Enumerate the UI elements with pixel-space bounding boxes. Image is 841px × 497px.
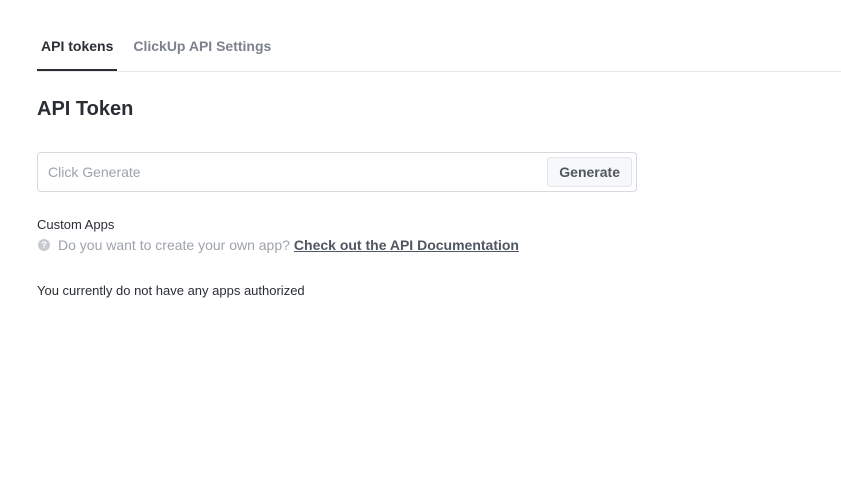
custom-apps-help-text: Do you want to create your own app? [58, 237, 290, 253]
custom-apps-label: Custom Apps [37, 217, 115, 232]
api-token-field-group: Generate [37, 152, 637, 192]
section-title: API Token [37, 98, 134, 120]
tab-bar: API tokens ClickUp API Settings [37, 30, 841, 72]
question-circle-icon: ? [38, 239, 50, 251]
tab-clickup-api-settings[interactable]: ClickUp API Settings [129, 30, 275, 63]
no-apps-status: You currently do not have any apps autho… [37, 283, 305, 298]
api-documentation-link[interactable]: Check out the API Documentation [294, 236, 519, 254]
generate-button[interactable]: Generate [547, 157, 632, 187]
api-settings-page: API tokens ClickUp API Settings API Toke… [0, 0, 841, 497]
custom-apps-help: ? Do you want to create your own app? Ch… [37, 236, 519, 254]
api-token-input[interactable] [38, 153, 548, 191]
tab-api-tokens[interactable]: API tokens [37, 30, 118, 71]
